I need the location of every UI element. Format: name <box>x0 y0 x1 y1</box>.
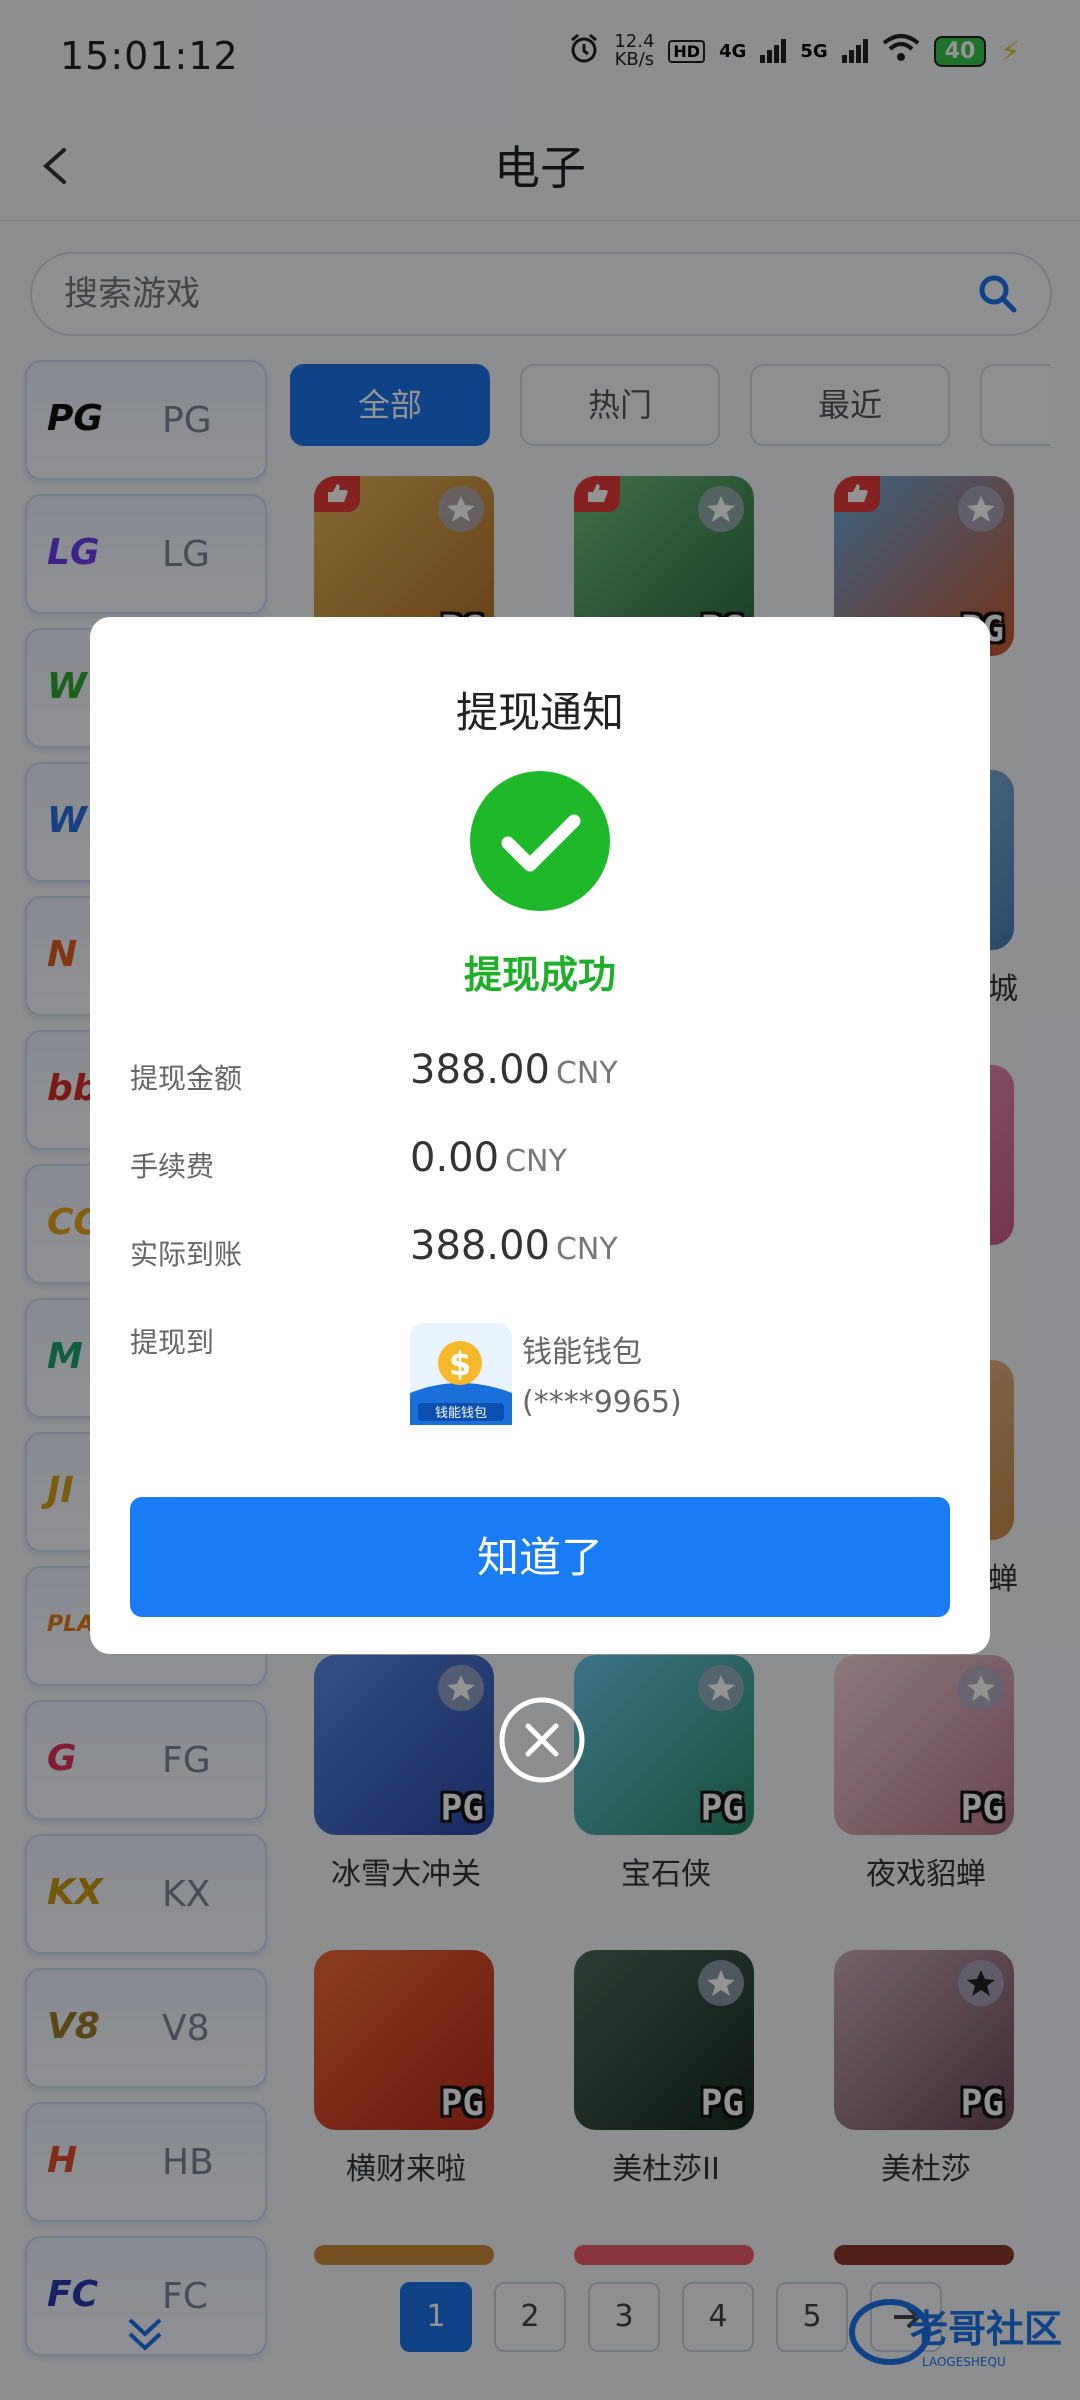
received-currency: CNY <box>555 1232 618 1267</box>
fee-label: 手续费 <box>130 1150 215 1183</box>
dialog-title: 提现通知 <box>455 688 624 737</box>
wallet-account: (****9965) <box>522 1385 682 1420</box>
success-check-icon <box>470 771 610 911</box>
wallet-logo: $ 钱能钱包 <box>410 1323 512 1425</box>
withdraw-status: 提现成功 <box>463 953 616 997</box>
received-value: 388.00 CNY <box>410 1223 618 1269</box>
amount-number: 388.00 <box>410 1047 550 1093</box>
amount-currency: CNY <box>555 1056 618 1091</box>
fee-value: 0.00 CNY <box>410 1135 567 1181</box>
wallet-name: 钱能钱包 <box>522 1335 642 1370</box>
close-icon <box>499 1697 585 1783</box>
svg-text:$: $ <box>449 1345 471 1383</box>
fee-number: 0.00 <box>410 1135 500 1181</box>
received-number: 388.00 <box>410 1223 550 1269</box>
game-lobby-page: 15:01:12 12.4 KB/s HD 4G 5G 40 ⚡ 电子 搜索游戏… <box>0 0 1080 2400</box>
amount-label: 提现金额 <box>130 1062 243 1095</box>
received-label: 实际到账 <box>130 1238 243 1271</box>
svg-text:钱能钱包: 钱能钱包 <box>435 1406 487 1421</box>
confirm-button[interactable]: 知道了 <box>130 1497 950 1617</box>
amount-value: 388.00 CNY <box>410 1047 618 1093</box>
withdraw-notification-dialog: 提现通知 提现成功 提现金额 388.00 CNY 手续费 0.00 CNY 实际到… <box>90 617 990 1654</box>
close-dialog-button[interactable] <box>498 1696 586 1784</box>
fee-currency: CNY <box>505 1144 567 1179</box>
withdraw-to-label: 提现到 <box>130 1326 215 1359</box>
